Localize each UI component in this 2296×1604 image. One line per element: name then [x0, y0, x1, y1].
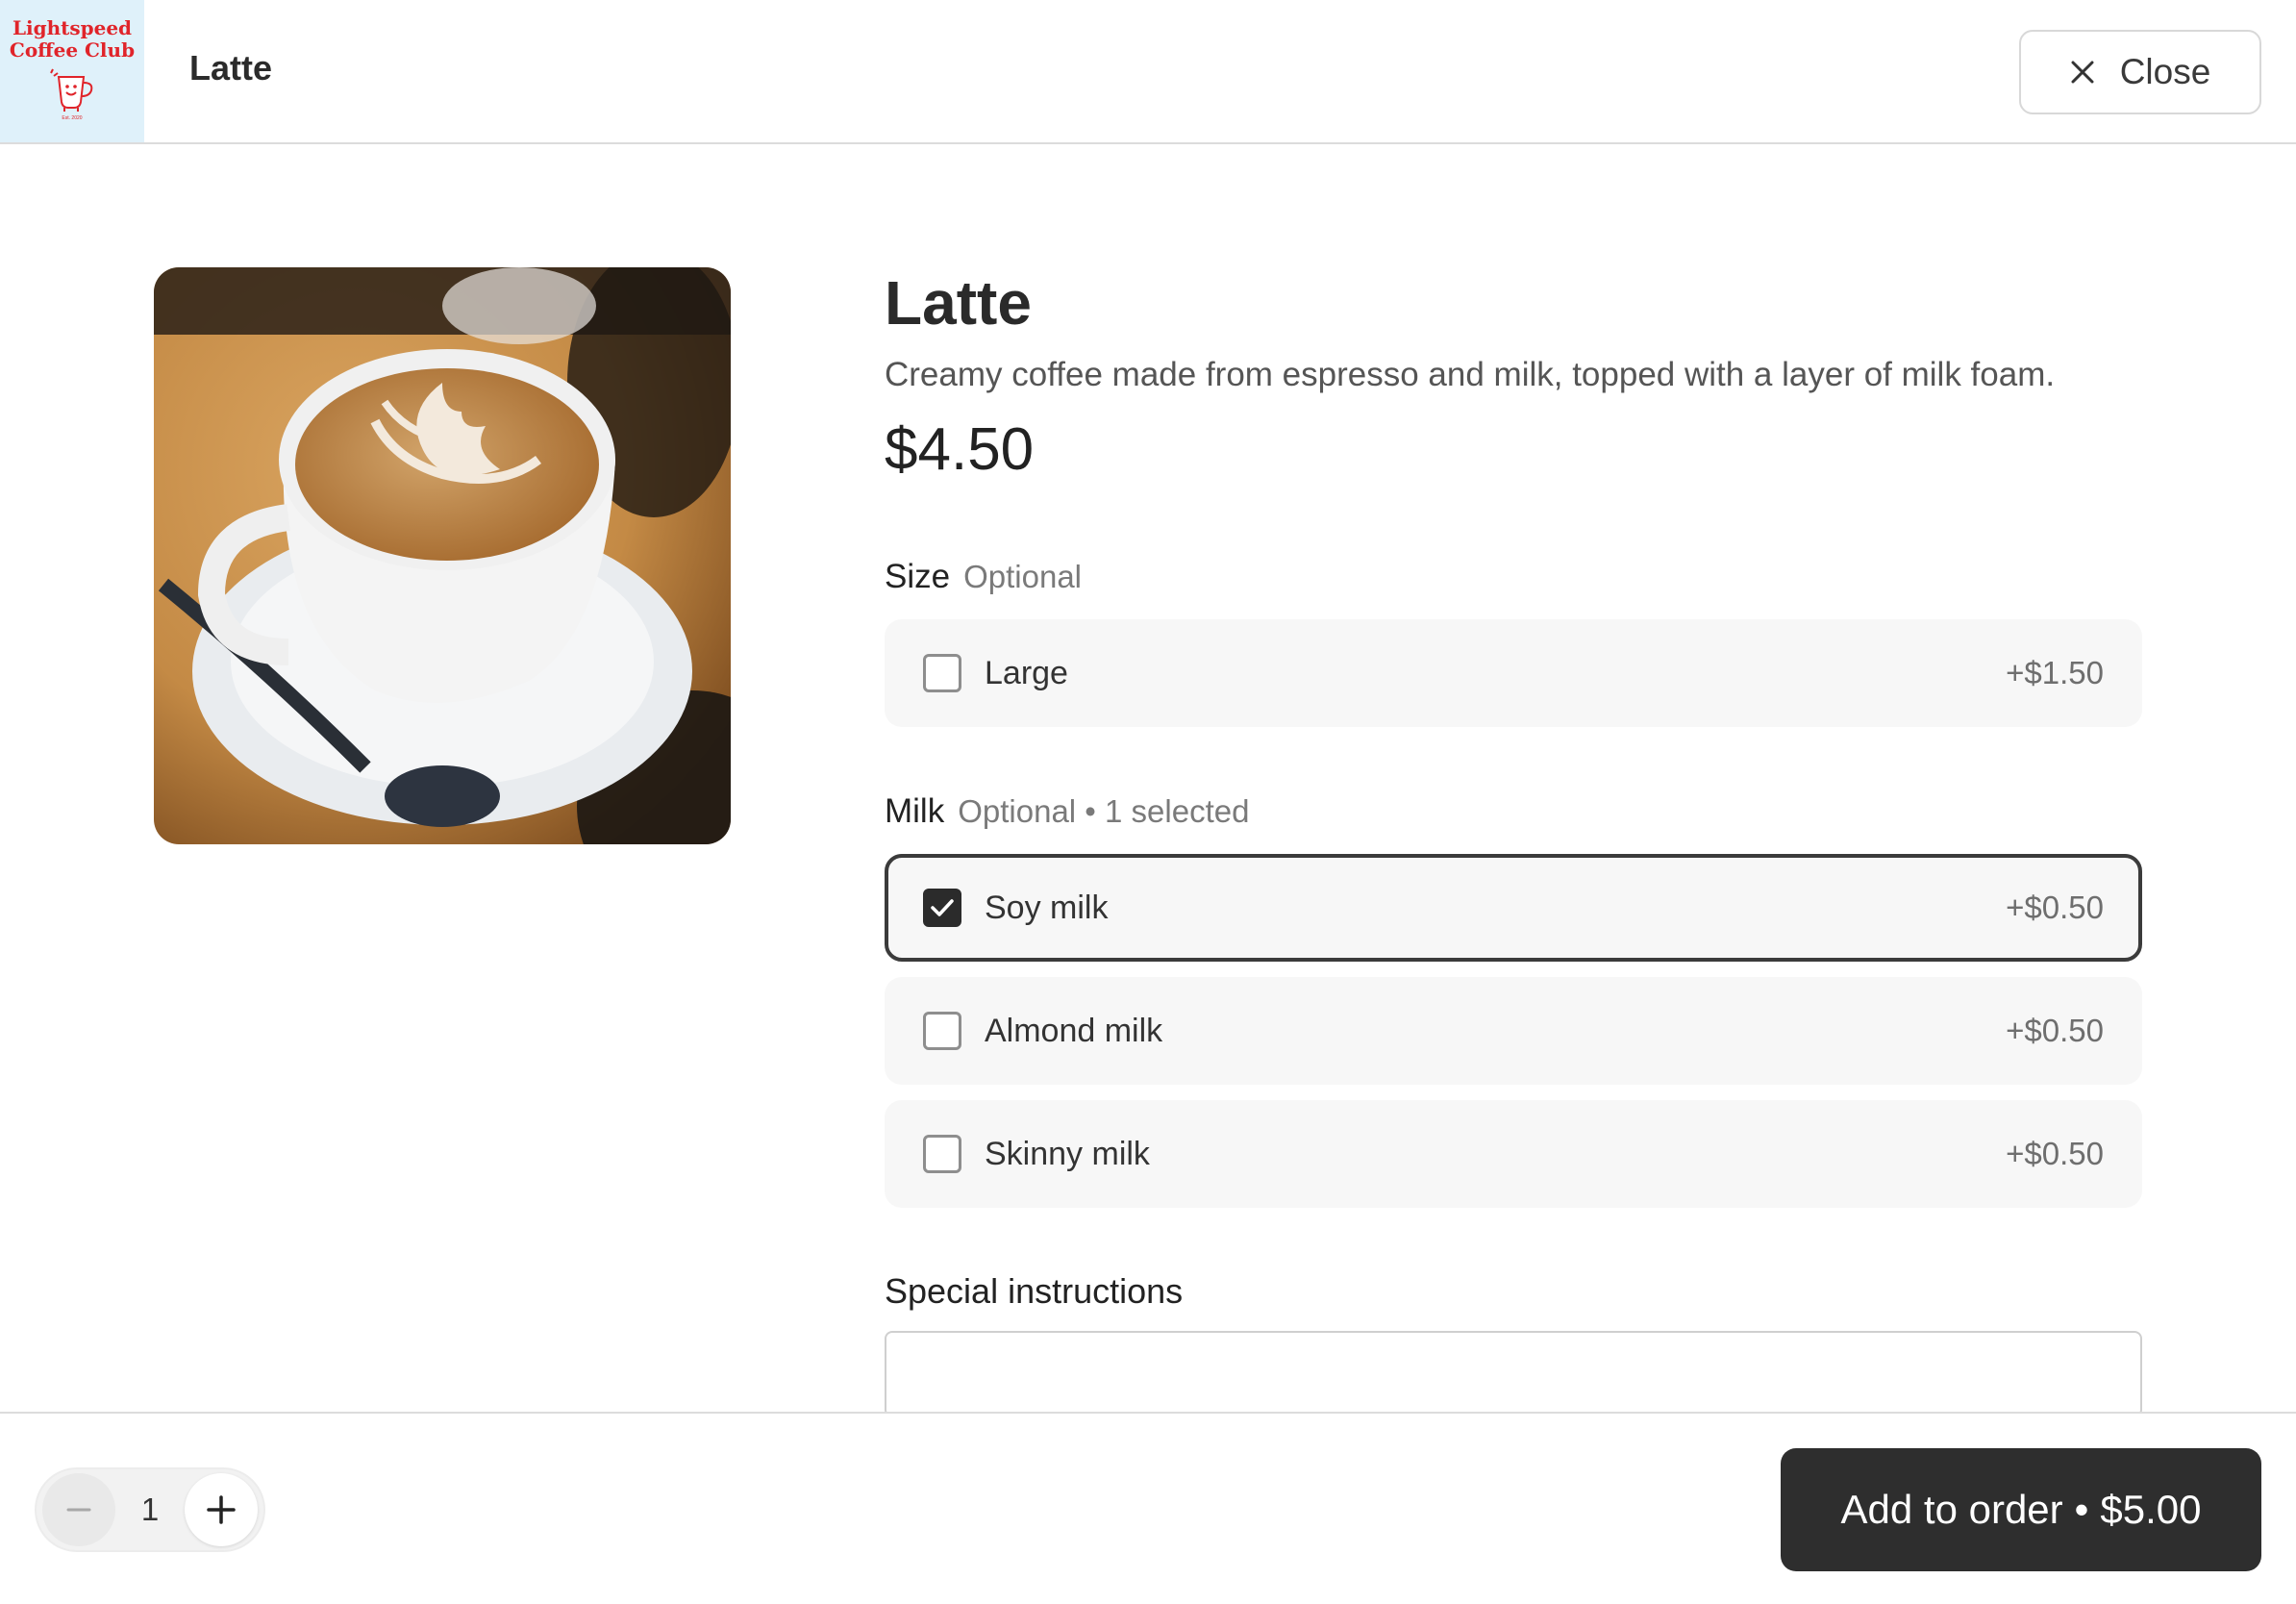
checkbox-large[interactable] [923, 654, 961, 692]
option-label: Almond milk [985, 1012, 1163, 1049]
product-description: Creamy coffee made from espresso and mil… [885, 356, 2056, 393]
option-skinny-milk[interactable]: Skinny milk +$0.50 [885, 1100, 2142, 1208]
bottom-bar: 1 Add to order • $5.00 [0, 1412, 2296, 1604]
logo-line-1: Lightspeed [12, 16, 133, 39]
add-to-order-button[interactable]: Add to order • $5.00 [1781, 1448, 2261, 1571]
product-price: $4.50 [885, 416, 1035, 483]
checkbox-skinny-milk[interactable] [923, 1135, 961, 1173]
milk-note: Optional • 1 selected [958, 793, 1250, 829]
option-price: +$0.50 [2006, 1013, 2104, 1048]
product-name: Latte [885, 268, 1032, 338]
logo-est: Est. 2020 [62, 115, 83, 121]
option-price: +$0.50 [2006, 1136, 2104, 1171]
size-label: Size [885, 558, 951, 595]
size-note: Optional [963, 559, 1083, 594]
quantity-stepper: 1 [35, 1467, 265, 1552]
top-bar: Lightspeed Coffee Club Est. 2020 Latte C… [0, 0, 2296, 144]
option-large[interactable]: Large +$1.50 [885, 619, 2142, 727]
option-label: Skinny milk [985, 1135, 1150, 1172]
add-to-order-label: Add to order [1840, 1487, 2063, 1532]
option-almond-milk[interactable]: Almond milk +$0.50 [885, 977, 2142, 1085]
separator-dot: • [2074, 1487, 2089, 1532]
logo-line-2: Coffee Club [9, 38, 136, 62]
milk-group-label: Milk Optional • 1 selected [885, 792, 1249, 831]
increase-quantity-button[interactable] [185, 1473, 258, 1546]
option-price: +$0.50 [2006, 890, 2104, 925]
header-title: Latte [189, 48, 273, 88]
quantity-value: 1 [140, 1491, 160, 1527]
option-label: Soy milk [985, 889, 1109, 926]
product-details: Latte Creamy coffee made from espresso a… [885, 267, 2144, 1417]
milk-label: Milk [885, 792, 945, 830]
checkbox-soy-milk[interactable] [923, 889, 961, 927]
decrease-quantity-button[interactable] [42, 1473, 115, 1546]
close-button[interactable]: Close [2019, 30, 2261, 114]
size-group-label: Size Optional [885, 558, 1082, 596]
coffee-cup-mascot-icon [50, 68, 93, 112]
special-instructions-label: Special instructions [885, 1271, 1184, 1311]
special-instructions-input[interactable] [885, 1331, 2142, 1417]
product-image [154, 267, 731, 844]
option-price: +$1.50 [2006, 655, 2104, 690]
option-soy-milk[interactable]: Soy milk +$0.50 [885, 854, 2142, 962]
checkmark-icon [931, 899, 954, 916]
close-label: Close [2119, 52, 2211, 91]
checkbox-almond-milk[interactable] [923, 1012, 961, 1050]
minus-icon [66, 1508, 91, 1512]
close-icon [2071, 61, 2094, 84]
brand-logo: Lightspeed Coffee Club Est. 2020 [0, 0, 144, 142]
option-label: Large [985, 654, 1068, 691]
order-total: $5.00 [2100, 1487, 2202, 1532]
plus-icon [207, 1495, 236, 1524]
